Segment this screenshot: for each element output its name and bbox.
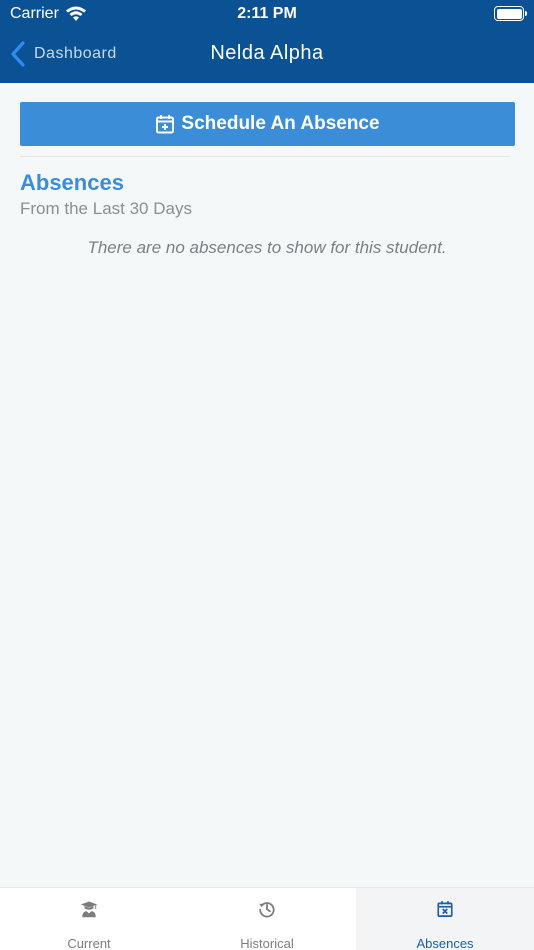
tab-bar: Current Historical Absences — [0, 887, 534, 950]
calendar-x-icon — [437, 901, 453, 917]
tab-historical[interactable]: Historical — [178, 888, 356, 950]
schedule-absence-label: Schedule An Absence — [181, 113, 380, 134]
empty-state-message: There are no absences to show for this s… — [87, 238, 447, 257]
tab-absences[interactable]: Absences — [356, 888, 534, 950]
divider — [20, 156, 510, 157]
history-icon — [259, 902, 275, 918]
tab-label: Current — [67, 936, 111, 950]
status-bar: Carrier 2:11 PM — [0, 0, 534, 28]
section-subtitle: From the Last 30 Days — [20, 199, 192, 218]
main-content: Schedule An Absence Absences From the La… — [0, 83, 534, 887]
header: Carrier 2:11 PM Dashboard Nelda Alpha — [0, 0, 534, 83]
tab-label: Historical — [240, 936, 294, 950]
nav-bar: Dashboard Nelda Alpha — [0, 28, 534, 83]
status-time: 2:11 PM — [237, 5, 297, 22]
calendar-plus-icon — [156, 115, 175, 134]
page-title: Nelda Alpha — [210, 42, 324, 64]
graduate-icon — [80, 901, 98, 918]
section-title: Absences — [20, 170, 124, 195]
tab-label: Absences — [416, 936, 474, 950]
tab-current[interactable]: Current — [0, 888, 178, 950]
schedule-absence-button[interactable]: Schedule An Absence — [20, 102, 515, 146]
battery-icon — [494, 6, 527, 21]
